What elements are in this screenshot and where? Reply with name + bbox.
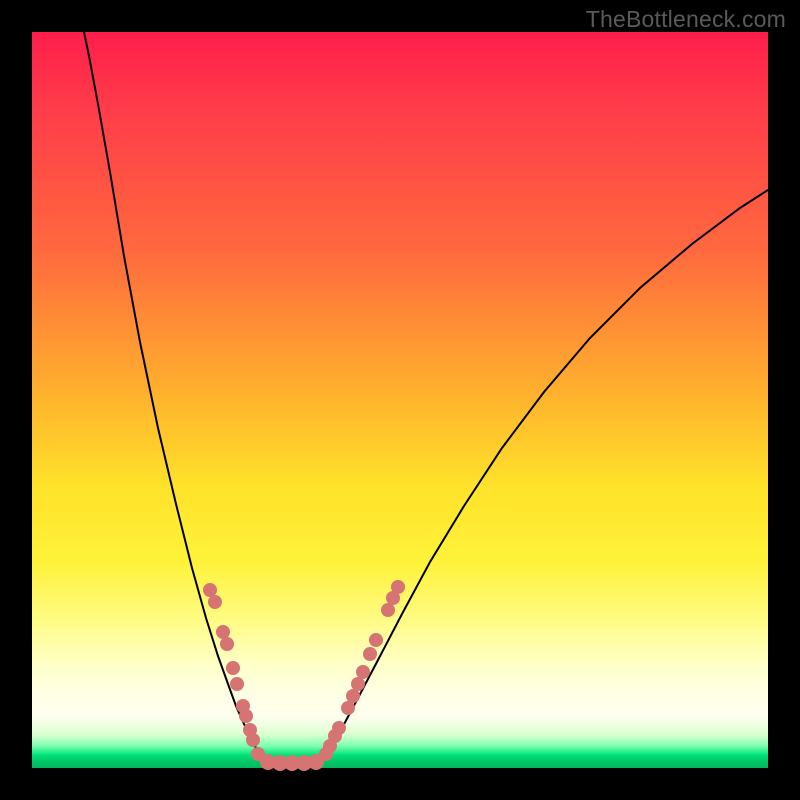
curve-paths <box>84 32 768 763</box>
highlight-dot <box>220 637 234 651</box>
highlight-dot <box>239 709 253 723</box>
highlight-dot <box>341 701 355 715</box>
plot-area <box>32 32 768 768</box>
highlight-dot <box>230 677 244 691</box>
highlight-dot <box>391 580 405 594</box>
highlight-dot <box>226 661 240 675</box>
highlight-dot <box>369 633 383 647</box>
highlight-dot <box>363 647 377 661</box>
highlight-dot <box>246 733 260 747</box>
curve-svg <box>32 32 768 768</box>
chart-frame: TheBottleneck.com <box>0 0 800 800</box>
highlight-dot <box>381 603 395 617</box>
highlight-dot <box>216 625 230 639</box>
highlight-dot <box>332 721 346 735</box>
highlight-dot <box>356 665 370 679</box>
watermark-text: TheBottleneck.com <box>586 6 786 33</box>
highlight-dot <box>351 677 365 691</box>
bottleneck-curve <box>84 32 768 763</box>
highlight-dot <box>208 595 222 609</box>
highlight-dot <box>346 689 360 703</box>
highlight-dot <box>203 583 217 597</box>
highlight-dots <box>203 580 405 771</box>
